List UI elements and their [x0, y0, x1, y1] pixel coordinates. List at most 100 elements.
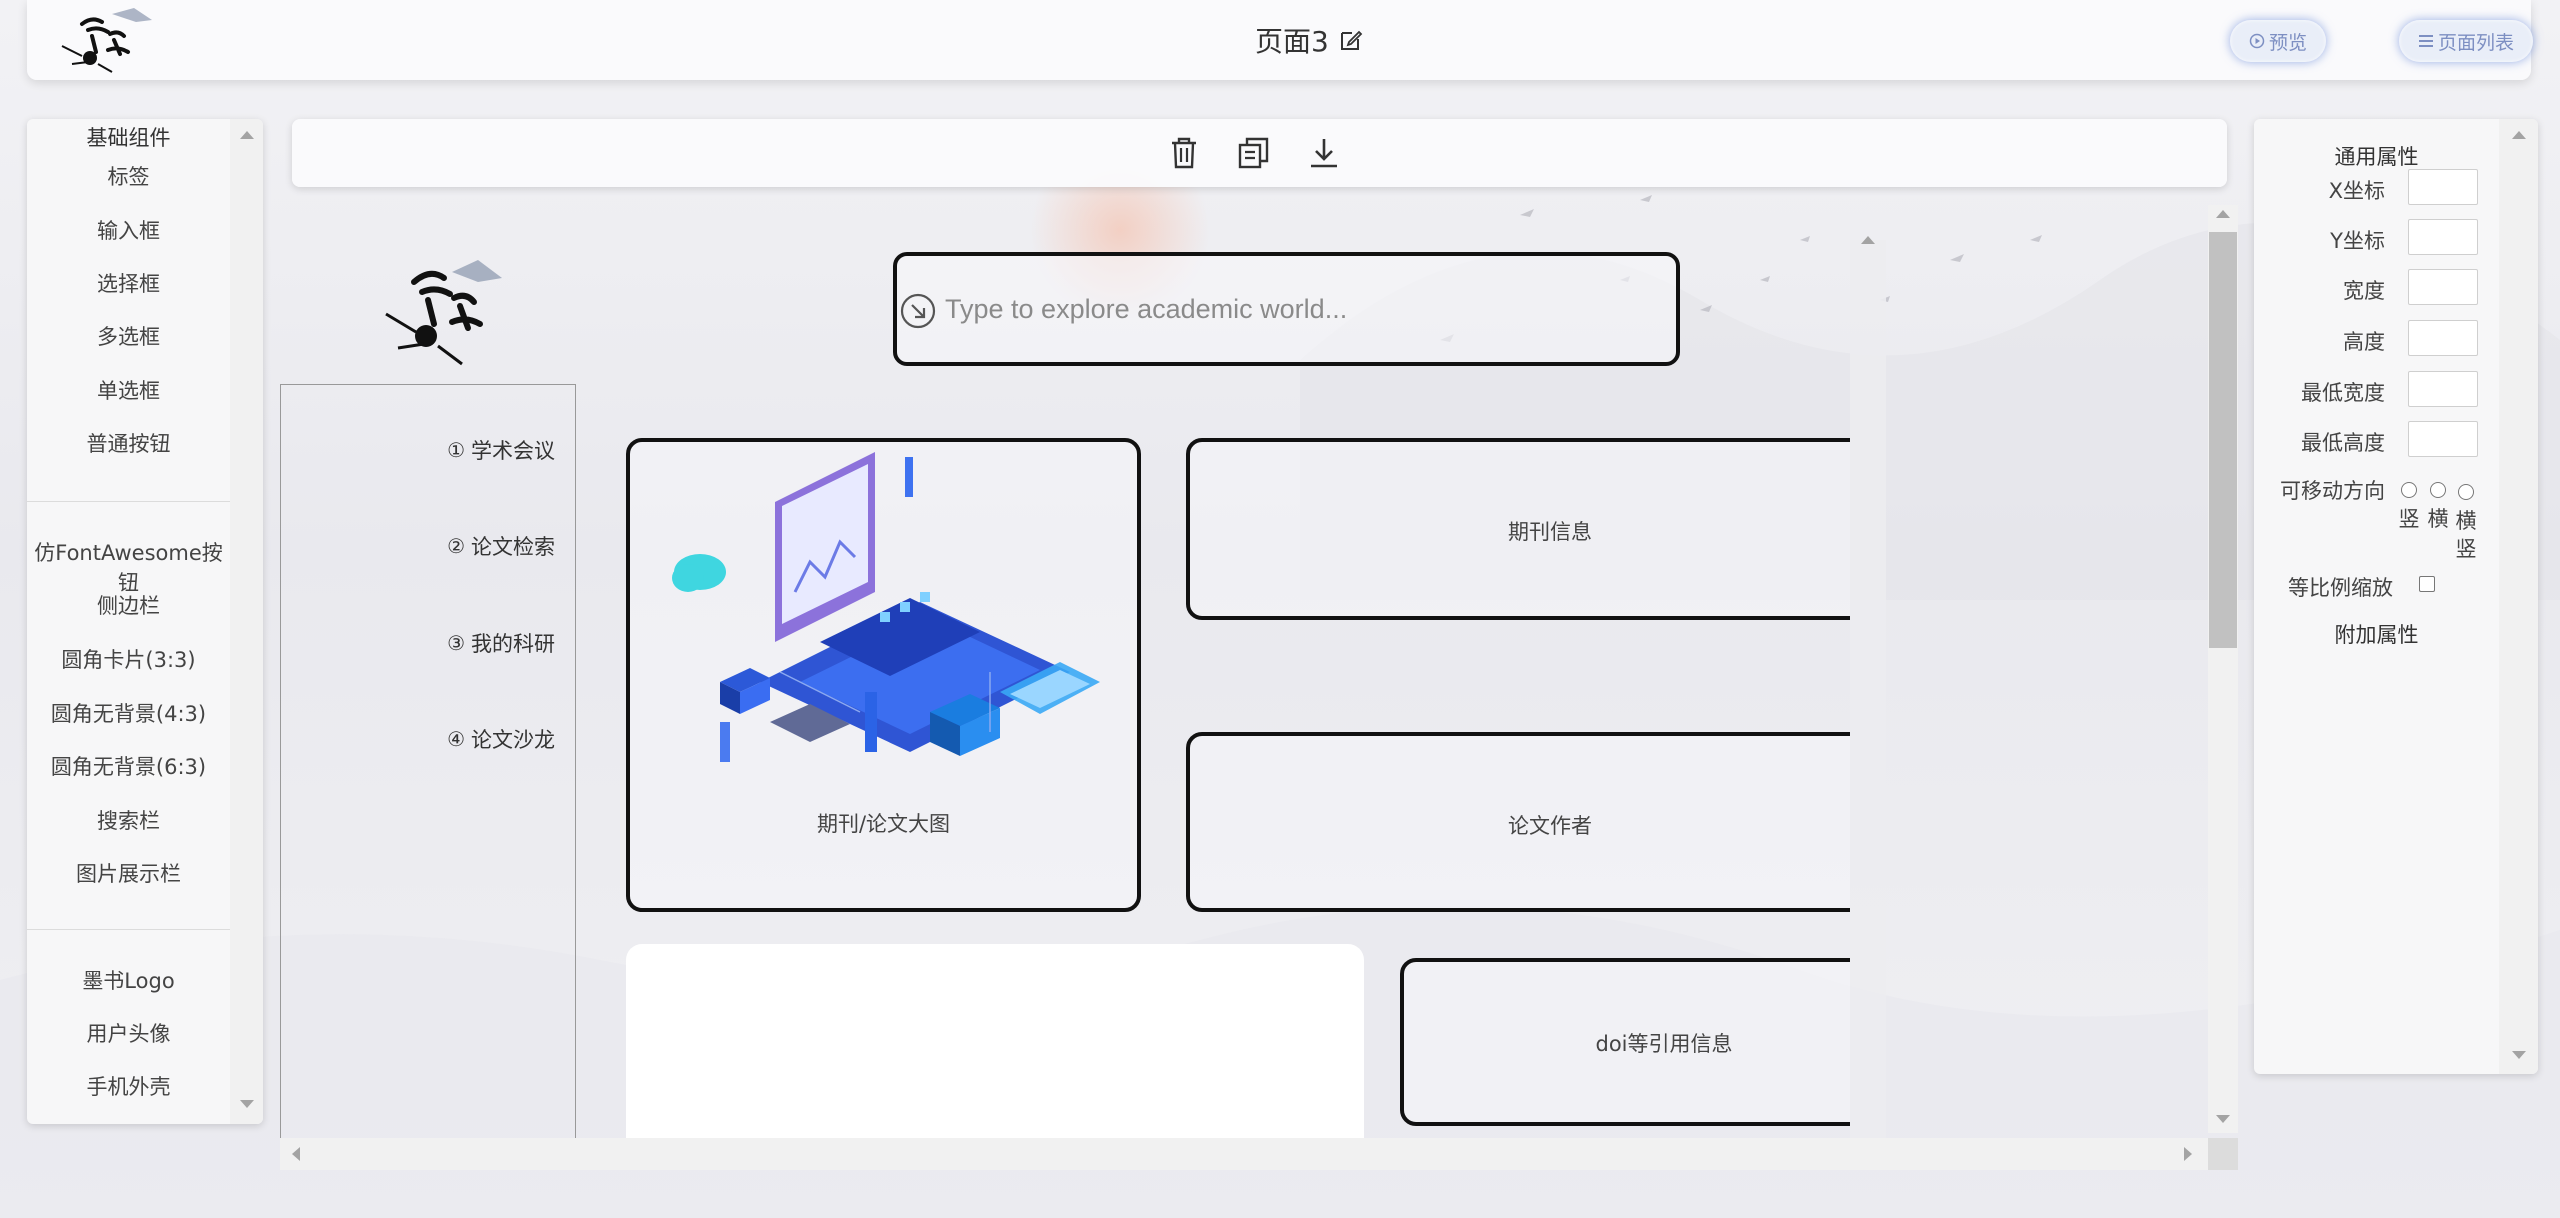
edit-icon[interactable]	[1339, 28, 1363, 52]
journal-image-card[interactable]: 期刊/论文大图	[626, 438, 1141, 912]
nav-number: ②	[447, 534, 465, 558]
component-item-moshu-logo[interactable]: 墨书Logo	[27, 965, 230, 995]
component-item-radio[interactable]: 单选框	[27, 375, 230, 405]
move-option-both[interactable]: 横竖	[2451, 479, 2481, 563]
scroll-right-arrow-icon[interactable]	[2184, 1147, 2192, 1161]
preview-button[interactable]: 预览	[2230, 20, 2326, 62]
component-item-round-nobg-6-3[interactable]: 圆角无背景(6:3)	[27, 751, 230, 781]
properties-panel: 通用属性 X坐标 Y坐标 宽度 高度 最低宽度 最低高度 可移动方向 竖 横 横…	[2254, 119, 2538, 1074]
search-input[interactable]	[945, 286, 1645, 332]
page-list-label: 页面列表	[2437, 31, 2514, 54]
prop-width: 宽度	[2254, 269, 2499, 305]
scroll-down-arrow-icon[interactable]	[2216, 1115, 2230, 1123]
nav-item-paper-salon[interactable]: ④ 论文沙龙	[447, 724, 555, 754]
scroll-up-arrow-icon[interactable]	[2512, 131, 2526, 139]
journal-info-label: 期刊信息	[1508, 520, 1592, 544]
component-item-fontawesome-button[interactable]: 仿FontAwesome按钮	[27, 537, 230, 597]
arrow-circle-icon[interactable]	[900, 293, 936, 329]
scroll-down-arrow-icon[interactable]	[2512, 1051, 2526, 1059]
page-title-text: 页面3	[1255, 25, 1329, 58]
nav-number: ①	[447, 438, 465, 462]
scrollbar-corner	[2208, 1138, 2238, 1170]
play-circle-icon	[2249, 33, 2265, 49]
nav-label: 学术会议	[471, 439, 555, 463]
component-item-label[interactable]: 标签	[27, 161, 230, 191]
nav-item-paper-search[interactable]: ② 论文检索	[447, 531, 555, 561]
min-width-input[interactable]	[2408, 371, 2478, 407]
trash-icon[interactable]	[1166, 135, 1202, 171]
search-bar[interactable]	[893, 252, 1680, 366]
prop-min-height: 最低高度	[2254, 421, 2499, 457]
divider	[27, 929, 230, 930]
prop-x: X坐标	[2254, 169, 2499, 205]
scroll-up-arrow-icon[interactable]	[240, 131, 254, 139]
prop-height-label: 高度	[2343, 330, 2385, 354]
component-item-phone-case[interactable]: 手机外壳	[27, 1071, 230, 1101]
x-coordinate-input[interactable]	[2408, 169, 2478, 205]
radio-vertical[interactable]	[2401, 482, 2417, 498]
sidebar-nav: ① 学术会议 ② 论文检索 ③ 我的科研 ④ 论文沙龙	[280, 384, 576, 1138]
nav-item-conference[interactable]: ① 学术会议	[447, 435, 555, 465]
nav-label: 我的科研	[471, 632, 555, 656]
moshu-logo-icon	[61, 8, 152, 73]
prop-min-height-label: 最低高度	[2301, 431, 2385, 455]
scroll-down-arrow-icon[interactable]	[240, 1100, 254, 1108]
canvas-scroll-thumb[interactable]	[2209, 232, 2237, 648]
properties-scrollbar[interactable]	[2499, 119, 2538, 1074]
nav-item-my-research[interactable]: ③ 我的科研	[447, 628, 555, 658]
journal-info-card[interactable]: 期刊信息	[1186, 438, 1850, 620]
paper-author-card[interactable]: 论文作者	[1186, 732, 1850, 912]
design-canvas[interactable]: ① 学术会议 ② 论文检索 ③ 我的科研 ④ 论文沙龙 Type to expl…	[280, 200, 1850, 1138]
width-input[interactable]	[2408, 269, 2478, 305]
journal-image-label: 期刊/论文大图	[816, 812, 951, 836]
divider	[27, 501, 230, 502]
basic-components-title: 基础组件	[86, 126, 171, 150]
component-item-button[interactable]: 普通按钮	[27, 428, 230, 458]
radio-both[interactable]	[2458, 484, 2474, 500]
canvas-horizontal-scrollbar[interactable]	[280, 1138, 2208, 1170]
scroll-left-arrow-icon[interactable]	[292, 1147, 300, 1161]
component-item-search-bar[interactable]: 搜索栏	[27, 805, 230, 835]
min-height-input[interactable]	[2408, 421, 2478, 457]
doi-citation-label: doi等引用信息	[1595, 1032, 1733, 1056]
component-item-image-gallery[interactable]: 图片展示栏	[27, 858, 230, 888]
component-item-round-nobg-4-3[interactable]: 圆角无背景(4:3)	[27, 698, 230, 728]
radio-horizontal[interactable]	[2430, 482, 2446, 498]
move-option-horizontal[interactable]: 横	[2423, 479, 2453, 533]
move-direction-label: 可移动方向	[2280, 479, 2385, 503]
prop-y: Y坐标	[2254, 219, 2499, 255]
download-icon[interactable]	[1306, 135, 1342, 171]
prop-min-width-label: 最低宽度	[2301, 381, 2385, 405]
doi-citation-card[interactable]: doi等引用信息	[1400, 958, 1850, 1126]
edit-toolbar	[292, 119, 2227, 187]
nav-label: 论文检索	[471, 535, 555, 559]
paper-author-label: 论文作者	[1508, 814, 1592, 838]
page-list-button[interactable]: 页面列表	[2399, 20, 2533, 62]
nav-label: 论文沙龙	[471, 728, 555, 752]
component-item-select[interactable]: 选择框	[27, 268, 230, 298]
page-title: 页面3	[1255, 20, 1363, 60]
copy-icon[interactable]	[1236, 135, 1272, 171]
component-item-user-avatar[interactable]: 用户头像	[27, 1018, 230, 1048]
component-item-input[interactable]: 输入框	[27, 215, 230, 245]
extra-properties-title: 附加属性	[2334, 623, 2419, 647]
component-item-sidebar[interactable]: 侧边栏	[27, 590, 230, 620]
moshu-logo-icon	[385, 260, 502, 366]
move-option-vertical-label: 竖	[2398, 507, 2420, 531]
y-coordinate-input[interactable]	[2408, 219, 2478, 255]
move-option-horizontal-label: 横	[2427, 507, 2449, 531]
nav-number: ④	[447, 727, 465, 751]
preview-label: 预览	[2268, 31, 2307, 54]
move-option-vertical[interactable]: 竖	[2394, 479, 2424, 533]
component-item-checkbox[interactable]: 多选框	[27, 321, 230, 351]
component-list: 基础组件 标签 输入框 选择框 多选框 单选框 普通按钮 仿FontAwesom…	[27, 119, 230, 1124]
isometric-data-illustration	[672, 452, 1100, 762]
keep-ratio-checkbox[interactable]	[2419, 576, 2435, 592]
component-panel-scrollbar[interactable]	[230, 119, 263, 1124]
component-panel: 基础组件 标签 输入框 选择框 多选框 单选框 普通按钮 仿FontAwesom…	[27, 119, 263, 1124]
height-input[interactable]	[2408, 320, 2478, 356]
scroll-up-arrow-icon[interactable]	[1861, 236, 1875, 244]
component-item-round-card-3-3[interactable]: 圆角卡片(3:3)	[27, 644, 230, 674]
blank-white-card[interactable]	[626, 944, 1364, 1138]
scroll-up-arrow-icon[interactable]	[2216, 210, 2230, 218]
